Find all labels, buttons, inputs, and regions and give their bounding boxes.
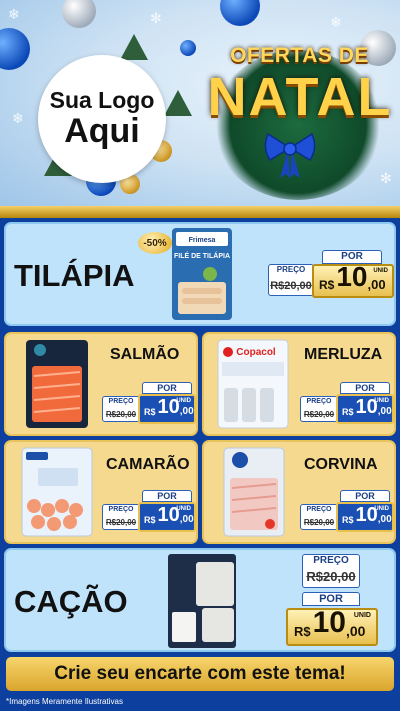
logo-text-line2: Aqui [64, 111, 140, 150]
currency-symbol: R$ [342, 407, 354, 417]
currency-symbol: R$ [342, 515, 354, 525]
header-divider [0, 206, 400, 218]
merluza-package-image: Copacol [217, 339, 289, 429]
por-tag: POR [142, 490, 192, 502]
currency-symbol: R$ [144, 407, 156, 417]
price-cents: ,00 [179, 406, 194, 417]
price-cents: ,00 [377, 514, 392, 525]
old-price: R$20,00 [303, 518, 335, 527]
ornament-ball-icon [180, 40, 196, 56]
unit-label: UNID [353, 612, 371, 619]
price-cents: ,00 [346, 623, 366, 639]
old-price: R$20,00 [105, 518, 137, 527]
price-cents: ,00 [179, 514, 194, 525]
shrimp-package-image [21, 447, 93, 537]
preco-tag: PREÇO R$20,00 [102, 504, 140, 530]
product-card-merluza[interactable]: MERLUZA Copacol PREÇO R$20,00 POR R$ 10 … [202, 332, 396, 436]
currency-symbol: R$ [294, 624, 311, 639]
product-card-corvina[interactable]: CORVINA PREÇO R$20,00 POR R$ 10 ,00 UNID [202, 440, 396, 544]
product-card-camarao[interactable]: CAMARÃO PREÇO R$20,00 POR R$ 10 ,00 UNID [4, 440, 198, 544]
unit-label: UNID [373, 268, 388, 274]
logo-text-line1: Sua Logo [49, 86, 155, 113]
old-price: R$20,00 [105, 410, 137, 419]
old-price: R$20,00 [303, 410, 335, 419]
offer-title-main: NATAL [207, 67, 393, 127]
por-tag: POR [142, 382, 192, 394]
unit-label: UNID [176, 506, 191, 512]
preco-label: PREÇO [108, 398, 134, 405]
product-name: TILÁPIA [14, 258, 135, 293]
snowflake-icon: ❄ [330, 14, 342, 30]
pine-branch-icon [120, 34, 148, 60]
product-name: CAMARÃO [106, 456, 190, 473]
por-tag: POR [302, 592, 360, 606]
snowflake-icon: ✻ [380, 170, 392, 186]
ornament-ball-icon [62, 0, 96, 28]
product-card-salmao[interactable]: SALMÃO PREÇO R$20,00 POR R$ 10 ,00 UNID [4, 332, 198, 436]
package-brand: Frimesa [189, 237, 216, 244]
ornament-ball-icon [220, 0, 260, 26]
product-card-cacao[interactable]: CAÇÃO PREÇO R$20,00 POR R$ 10 ,00 UNID [4, 548, 396, 652]
unit-label: UNID [176, 398, 191, 404]
preco-label: PREÇO [276, 265, 306, 274]
old-price: R$20,00 [270, 280, 312, 292]
product-name: MERLUZA [304, 346, 383, 363]
ribbon-bow-icon [264, 132, 316, 178]
price-cents: ,00 [367, 277, 386, 292]
snowflake-icon: ❄ [12, 110, 24, 126]
product-card-tilapia[interactable]: TILÁPIA -50% Frimesa FILÉ DE TILÁPIA PRE… [4, 222, 396, 326]
offer-title-top: OFERTAS DE [230, 44, 369, 67]
cta-banner[interactable]: Crie seu encarte com este tema! [6, 657, 394, 691]
product-name: SALMÃO [110, 346, 180, 363]
pine-branch-icon [164, 90, 192, 116]
price-box: R$ 10 ,00 UNID [138, 502, 196, 532]
disclaimer-text: *Imagens Meramente Ilustrativas [6, 697, 123, 706]
price-integer: 10 [312, 606, 346, 639]
preco-tag: PREÇO R$20,00 [102, 396, 140, 422]
price-box: R$ 10 ,00 UNID [336, 502, 394, 532]
preco-label: PREÇO [306, 506, 332, 513]
logo-placeholder: Sua Logo Aqui [38, 55, 166, 183]
preco-tag: PREÇO R$20,00 [268, 264, 314, 296]
old-price: R$20,00 [306, 569, 356, 584]
price-box: R$ 10 ,00 UNID [286, 608, 378, 646]
salmon-package-image [26, 340, 88, 428]
price-box: R$ 10 ,00 UNID [312, 261, 394, 298]
unit-label: UNID [374, 398, 389, 404]
cacao-package-image [168, 554, 236, 648]
snowflake-icon: ❄ [8, 6, 20, 22]
price-box: R$ 10 ,00 UNID [336, 394, 394, 424]
product-name: CAÇÃO [14, 584, 128, 619]
por-tag: POR [340, 490, 390, 502]
preco-tag: PREÇO R$20,00 [300, 504, 338, 530]
product-name: CORVINA [304, 456, 378, 473]
preco-label: PREÇO [306, 398, 332, 405]
discount-badge: -50% [138, 232, 172, 254]
price-integer: 10 [336, 261, 368, 292]
tilapia-package-image: Frimesa FILÉ DE TILÁPIA [172, 228, 232, 320]
snowflake-icon: ✻ [150, 10, 162, 26]
corvina-package-image [223, 447, 285, 537]
package-title: FILÉ DE TILÁPIA [174, 251, 230, 260]
package-brand: Copacol [236, 347, 276, 358]
price-box: R$ 10 ,00 UNID [138, 394, 196, 424]
price-cents: ,00 [377, 406, 392, 417]
currency-symbol: R$ [144, 515, 156, 525]
preco-label: PREÇO [108, 506, 134, 513]
por-tag: POR [340, 382, 390, 394]
ornament-ball-icon [0, 28, 30, 70]
preco-tag: PREÇO R$20,00 [302, 554, 360, 588]
unit-label: UNID [374, 506, 389, 512]
header-banner: ❄ ✻ ❄ ✻ ❄ Sua Logo Aqui OFERTAS DE NATAL [0, 0, 400, 212]
currency-symbol: R$ [319, 278, 335, 292]
preco-label: PREÇO [313, 555, 349, 566]
preco-tag: PREÇO R$20,00 [300, 396, 338, 422]
